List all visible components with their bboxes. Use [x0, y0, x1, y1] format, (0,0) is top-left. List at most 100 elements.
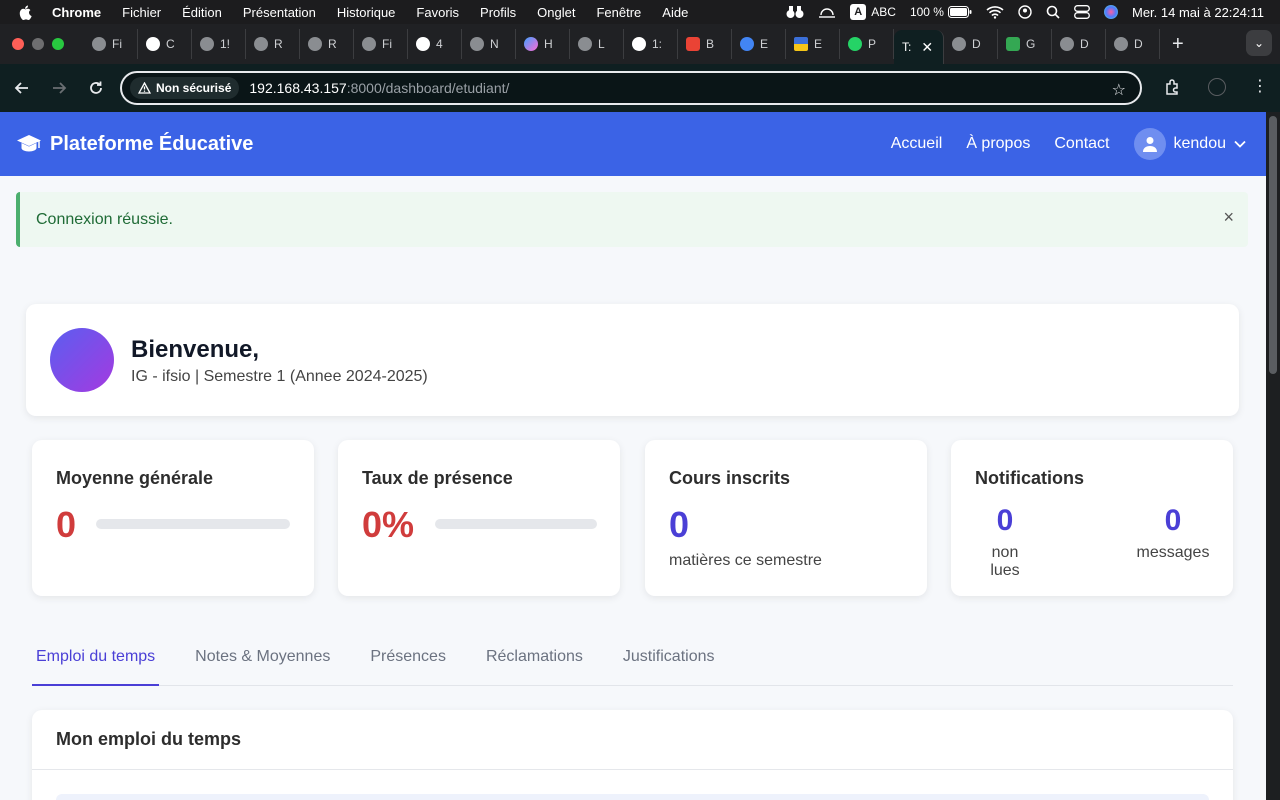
browser-tab[interactable]: P: [840, 29, 894, 59]
stat-value: 0: [56, 504, 77, 545]
reload-button[interactable]: [86, 78, 106, 98]
panel-title: Mon emploi du temps: [32, 710, 1233, 770]
nav-link-accueil[interactable]: Accueil: [891, 135, 943, 153]
avatar: [1133, 128, 1166, 160]
more-menu-icon[interactable]: ⋮: [1252, 78, 1268, 96]
stat-title: Cours inscrits: [669, 468, 791, 488]
menu-favoris[interactable]: Favoris: [416, 5, 459, 20]
whatsapp-icon: [848, 37, 862, 51]
search-icon[interactable]: [1046, 5, 1060, 19]
graduation-cap-icon: [17, 135, 41, 152]
new-tab-button[interactable]: +: [1172, 33, 1184, 56]
menubar-datetime[interactable]: Mer. 14 mai à 22:24:11: [1132, 5, 1264, 20]
menu-fenetre[interactable]: Fenêtre: [596, 5, 641, 20]
stat-title: Notifications: [975, 468, 1085, 488]
zoom-window-button[interactable]: [52, 38, 64, 50]
browser-tab[interactable]: D: [1106, 29, 1160, 59]
browser-tab[interactable]: D: [944, 29, 998, 59]
menu-onglet[interactable]: Onglet: [537, 5, 575, 20]
browser-tab[interactable]: N: [462, 29, 516, 59]
minimize-window-button[interactable]: [32, 38, 44, 50]
globe-icon: [1060, 37, 1074, 51]
menu-profils[interactable]: Profils: [480, 5, 516, 20]
tab-title: H: [544, 37, 553, 51]
browser-tab-strip: Fi C 1! R R Fi 4 N H L 1: B E E P T: ✕ D …: [0, 24, 1280, 64]
browser-tab[interactable]: C: [138, 29, 192, 59]
globe-icon: [308, 37, 322, 51]
apple-icon[interactable]: [18, 4, 34, 20]
tab-title: E: [814, 37, 823, 51]
browser-tab[interactable]: 4: [408, 29, 462, 59]
menu-fichier[interactable]: Fichier: [122, 5, 161, 20]
security-indicator[interactable]: Non sécurisé: [130, 77, 240, 99]
forward-button[interactable]: [49, 78, 69, 98]
address-bar[interactable]: Non sécurisé 192.168.43.157:8000/dashboa…: [120, 71, 1142, 105]
browser-tab[interactable]: E: [786, 29, 840, 59]
welcome-card: Bienvenue, IG - ifsio | Semestre 1 (Anne…: [26, 304, 1239, 416]
extensions-icon[interactable]: [1164, 78, 1182, 96]
browser-tab[interactable]: E: [732, 29, 786, 59]
browser-tab[interactable]: B: [678, 29, 732, 59]
schedule-panel: Mon emploi du temps: [32, 710, 1233, 800]
browser-tab[interactable]: H: [516, 29, 570, 59]
browser-tab[interactable]: D: [1052, 29, 1106, 59]
tab-reclamations[interactable]: Réclamations: [482, 640, 587, 686]
tab-title: R: [274, 37, 283, 51]
notif-messages[interactable]: 0 messages: [1133, 504, 1213, 562]
browser-tab[interactable]: 1!: [192, 29, 246, 59]
wifi-icon[interactable]: [986, 5, 1004, 19]
browser-tab-active[interactable]: T: ✕: [894, 30, 944, 64]
progress-bar: [96, 519, 290, 529]
sunset-icon[interactable]: [818, 5, 836, 19]
user-circle-icon[interactable]: [1018, 5, 1032, 19]
tab-search-button[interactable]: ⌄: [1246, 30, 1272, 56]
nav-link-contact[interactable]: Contact: [1054, 135, 1109, 153]
menu-historique[interactable]: Historique: [337, 5, 396, 20]
user-menu[interactable]: kendou: [1133, 128, 1247, 160]
username: kendou: [1173, 135, 1227, 152]
security-label: Non sécurisé: [156, 81, 232, 95]
tab-title: N: [490, 37, 499, 51]
input-method-indicator[interactable]: A ABC: [850, 4, 896, 20]
brand-name: Plateforme Éducative: [50, 132, 254, 155]
tab-presences[interactable]: Présences: [366, 640, 450, 686]
browser-tab[interactable]: Fi: [84, 29, 138, 59]
battery-status[interactable]: 100 %: [910, 5, 972, 19]
notif-unread[interactable]: 0 non lues: [975, 504, 1035, 580]
close-window-button[interactable]: [12, 38, 24, 50]
google-meet-icon: [1006, 37, 1020, 51]
tab-notes-moyennes[interactable]: Notes & Moyennes: [191, 640, 334, 686]
tab-title: D: [1134, 37, 1143, 51]
tab-emploi-du-temps[interactable]: Emploi du temps: [32, 640, 160, 686]
menu-app-chrome[interactable]: Chrome: [52, 5, 101, 20]
control-center-icon[interactable]: [1074, 5, 1090, 19]
browser-tab[interactable]: R: [300, 29, 354, 59]
browser-tab[interactable]: Fi: [354, 29, 408, 59]
browser-tab[interactable]: 1:: [624, 29, 678, 59]
welcome-subtitle: IG - ifsio | Semestre 1 (Annee 2024-2025…: [131, 368, 428, 385]
close-tab-icon[interactable]: ✕: [921, 39, 933, 56]
siri-icon[interactable]: [1103, 5, 1118, 19]
p-logo-icon: [416, 37, 430, 51]
browser-tab[interactable]: R: [246, 29, 300, 59]
scrollbar-thumb[interactable]: [1269, 116, 1277, 374]
menu-aide[interactable]: Aide: [662, 5, 688, 20]
profile-icon[interactable]: [1208, 78, 1226, 96]
schedule-content: [56, 794, 1209, 800]
tab-title: 1!: [220, 37, 231, 51]
tab-justifications[interactable]: Justifications: [619, 640, 719, 686]
browser-tab[interactable]: G: [998, 29, 1052, 59]
close-icon[interactable]: ×: [1223, 207, 1234, 228]
stat-card-moyenne: Moyenne générale 0: [32, 440, 314, 596]
menu-edition[interactable]: Édition: [182, 5, 222, 20]
menu-presentation[interactable]: Présentation: [243, 5, 316, 20]
browser-tab[interactable]: L: [570, 29, 624, 59]
site-brand[interactable]: Plateforme Éducative: [16, 133, 253, 156]
nav-link-a-propos[interactable]: À propos: [966, 135, 1030, 153]
url-text[interactable]: 192.168.43.157:8000/dashboard/etudiant/: [249, 80, 509, 96]
bookmark-star-icon[interactable]: ☆: [1112, 80, 1126, 100]
chevron-down-icon: ⌄: [1253, 36, 1265, 50]
page-scrollbar[interactable]: [1266, 112, 1280, 800]
back-button[interactable]: [12, 78, 32, 98]
binoculars-icon[interactable]: [786, 5, 804, 19]
